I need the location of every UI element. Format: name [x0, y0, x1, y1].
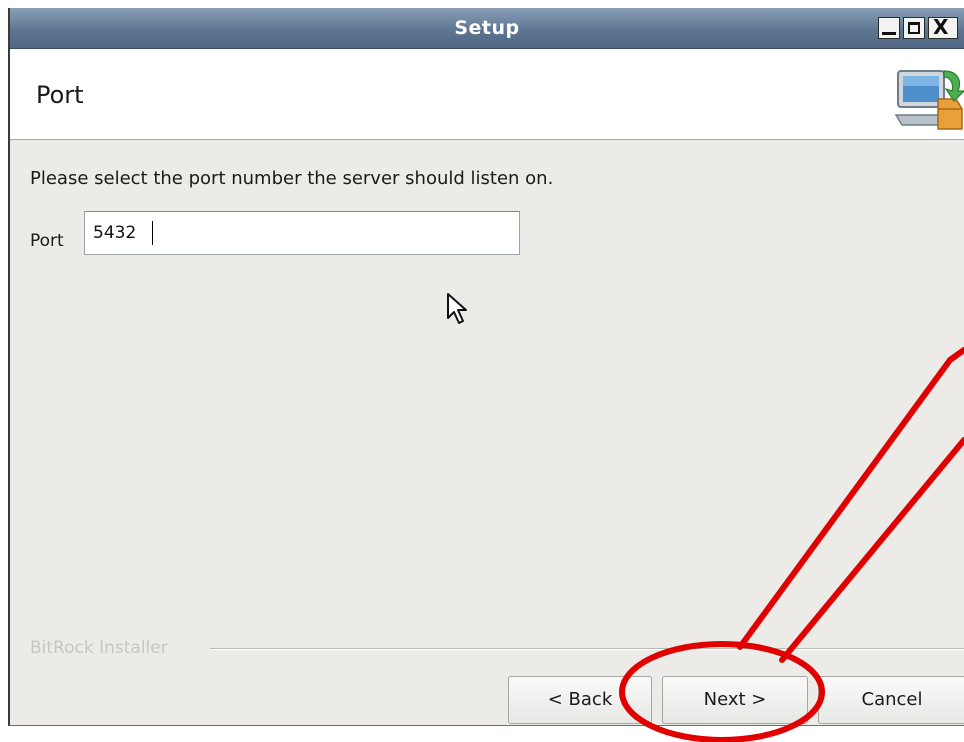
text-caret [152, 221, 153, 245]
footer-divider [210, 648, 964, 650]
page-header: Port [10, 49, 964, 140]
page-title: Port [36, 81, 84, 109]
port-label: Port [30, 231, 64, 251]
installer-computer-icon [894, 70, 964, 130]
footer-brand: BitRock Installer [30, 638, 168, 658]
title-bar[interactable]: Setup X [10, 8, 964, 49]
back-button[interactable]: < Back [508, 676, 652, 724]
window-title: Setup [454, 17, 520, 39]
close-icon[interactable]: X [928, 17, 958, 39]
mouse-pointer-icon [447, 293, 467, 324]
minimize-icon[interactable] [878, 17, 900, 39]
setup-window: Setup X Port Please select the port numb… [8, 8, 964, 726]
instruction-text: Please select the port number the server… [30, 168, 554, 189]
cancel-button[interactable]: Cancel [818, 676, 964, 724]
maximize-icon[interactable] [903, 17, 925, 39]
port-input[interactable] [84, 211, 520, 255]
next-button[interactable]: Next > [662, 676, 808, 724]
